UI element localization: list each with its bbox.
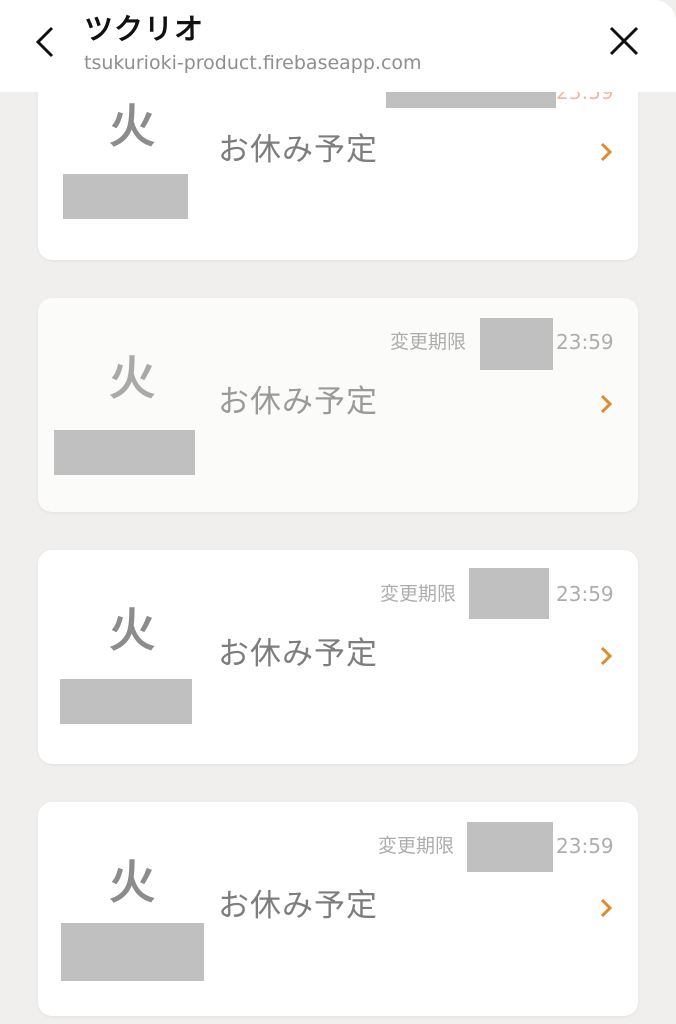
chevron-right-icon (600, 646, 613, 666)
day-of-week: 火 (109, 351, 155, 405)
day-of-week: 火 (109, 603, 155, 657)
deadline-time: 23:59 (556, 582, 614, 606)
chevron-right-icon (600, 142, 613, 162)
close-icon (609, 26, 639, 56)
deadline-time: 23:59 (556, 834, 614, 858)
deadline-label: 変更期限 (380, 583, 457, 605)
redacted-date (467, 822, 553, 872)
day-of-week: 火 (109, 99, 155, 153)
redacted-date (480, 318, 553, 370)
app-title: ツクリオ (84, 12, 205, 46)
back-button[interactable] (24, 20, 68, 64)
page-url: tsukurioki-product.firebaseapp.com (84, 52, 422, 74)
card-status: お休み予定 (218, 888, 378, 924)
chevron-right-icon (600, 898, 613, 918)
schedule-card[interactable]: 変更期限 23:59 火 お休み予定 (38, 802, 638, 1016)
chevron-right-icon (600, 394, 613, 414)
redacted-date (60, 679, 192, 724)
card-status: お休み予定 (218, 636, 378, 672)
day-of-week: 火 (109, 855, 155, 909)
close-button[interactable] (600, 20, 648, 64)
deadline-label: 変更期限 (390, 331, 467, 353)
deadline-time: 23:59 (556, 330, 614, 354)
schedule-card[interactable]: 変更期限 23:59 火 お休み予定 (38, 550, 638, 764)
schedule-card[interactable]: 変更期限 23:59 火 お休み予定 (38, 298, 638, 512)
redacted-date (54, 430, 195, 475)
browser-header: ツクリオ tsukurioki-product.firebaseapp.com (0, 0, 676, 92)
card-status: お休み予定 (218, 384, 378, 420)
redacted-date (61, 923, 204, 981)
deadline-label: 変更期限 (378, 835, 455, 857)
card-status: お休み予定 (218, 132, 378, 168)
chevron-left-icon (35, 26, 54, 58)
redacted-date (63, 174, 188, 219)
redacted-date (469, 568, 549, 619)
